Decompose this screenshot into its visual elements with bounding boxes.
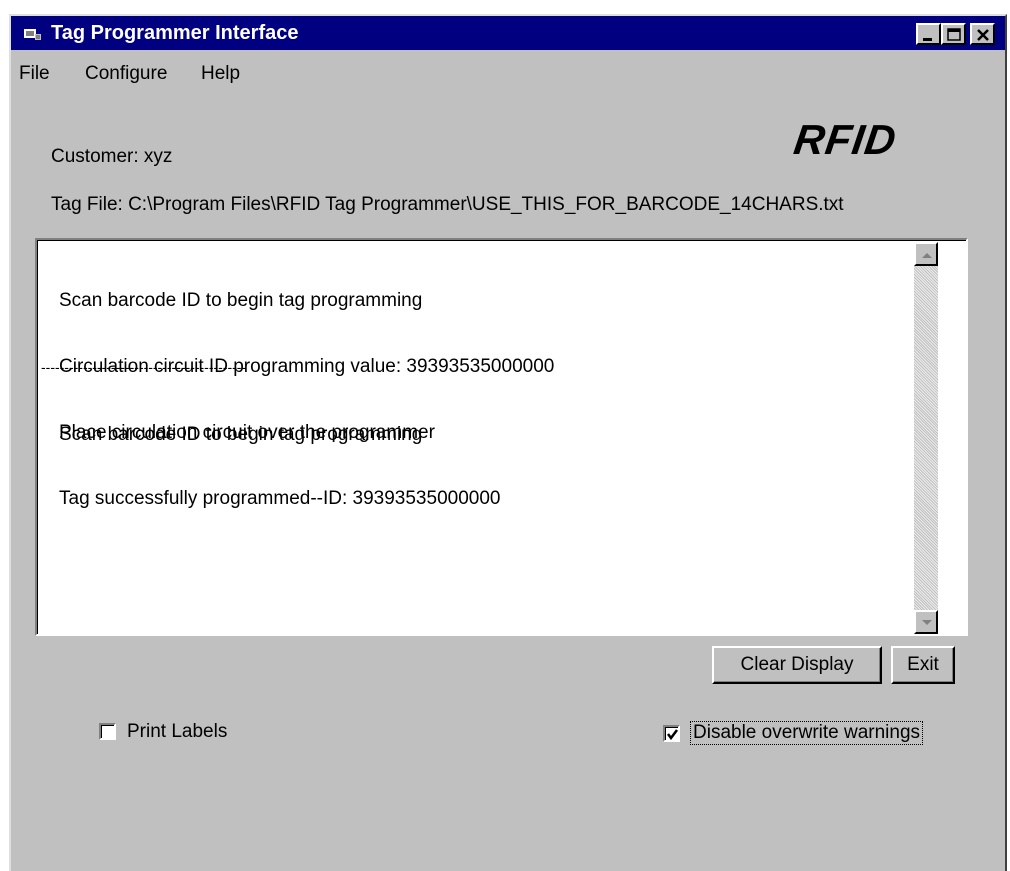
title-bar[interactable]: Tag Programmer Interface [11,16,1005,50]
app-window: Tag Programmer Interface File Configure … [9,14,1007,871]
rfid-logo: RFID [791,116,900,163]
customer-label: Customer: xyz [51,146,173,167]
minimize-button[interactable] [916,23,941,45]
arrow-down-icon [922,620,932,625]
log-line: Scan barcode ID to begin tag programming [59,424,423,445]
menu-file[interactable]: File [19,63,50,85]
scroll-up-button[interactable] [914,242,938,266]
log-lines-after: Scan barcode ID to begin tag programming [59,380,422,490]
close-button[interactable] [970,23,995,45]
close-icon [977,29,989,41]
disable-overwrite-checkbox[interactable] [663,725,680,742]
vertical-scrollbar[interactable] [914,242,938,634]
tag-file-label: Tag File: C:\Program Files\RFID Tag Prog… [51,194,844,215]
menu-help[interactable]: Help [201,63,240,85]
window-title: Tag Programmer Interface [51,22,299,44]
arrow-up-icon [922,253,932,258]
app-icon [23,26,43,42]
checkmark-icon [667,729,678,741]
log-display[interactable]: Scan barcode ID to begin tag programming… [35,238,968,636]
log-line: Scan barcode ID to begin tag programming [59,290,423,311]
menu-configure[interactable]: Configure [85,63,167,85]
log-separator: ----------------------------------------… [41,359,247,375]
print-labels-checkbox[interactable] [99,723,116,740]
print-labels-label[interactable]: Print Labels [127,721,227,743]
disable-overwrite-label[interactable]: Disable overwrite warnings [690,721,924,745]
exit-button[interactable]: Exit [891,646,955,684]
minimize-icon [923,38,932,41]
scroll-down-button[interactable] [914,610,938,634]
maximize-button[interactable] [941,23,966,45]
clear-display-button[interactable]: Clear Display [712,646,882,684]
maximize-icon [947,28,961,41]
log-line: Tag successfully programmed--ID: 3939353… [59,488,501,509]
